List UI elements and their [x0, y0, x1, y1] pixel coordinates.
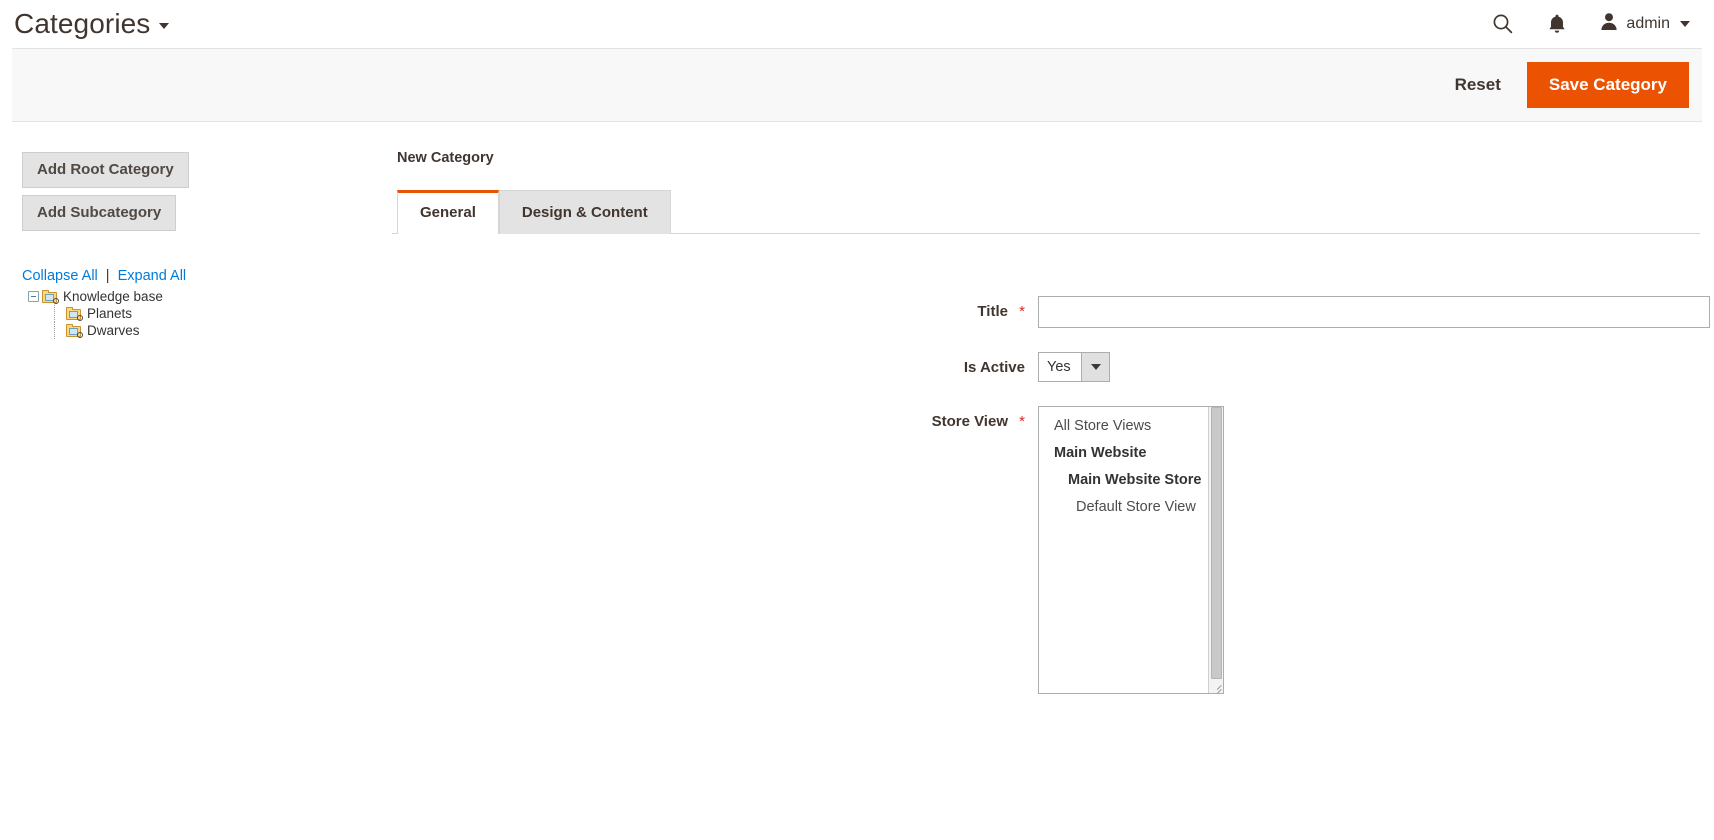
tree-node-planets[interactable]: Planets — [22, 305, 392, 322]
collapse-expander-icon[interactable] — [28, 291, 39, 302]
collapse-all-link[interactable]: Collapse All — [22, 268, 98, 284]
tab-general[interactable]: General — [397, 190, 499, 234]
tree-node-label: Dwarves — [87, 323, 140, 338]
tree-node-dwarves[interactable]: Dwarves — [22, 322, 392, 339]
is-active-selected-value: Yes — [1047, 359, 1071, 375]
is-active-label-wrap: Is Active — [392, 352, 1038, 376]
general-fieldset: Title * Is Active Yes Store View * All S… — [392, 234, 1714, 694]
category-tree-panel: Add Root Category Add Subcategory Collap… — [0, 122, 392, 718]
form-heading: New Category — [397, 150, 494, 166]
folder-icon — [66, 324, 83, 338]
page-title: Categories — [14, 8, 151, 39]
store-view-multiselect[interactable]: All Store Views Main Website Main Websit… — [1038, 406, 1224, 694]
header-actions: admin — [1492, 12, 1690, 36]
title-label-wrap: Title * — [392, 296, 1038, 320]
tree-node-label: Knowledge base — [63, 289, 163, 304]
required-marker: * — [1019, 303, 1025, 320]
field-is-active-row: Is Active Yes — [392, 352, 1714, 382]
title-label: Title — [977, 303, 1008, 320]
store-view-control: All Store Views Main Website Main Websit… — [1038, 406, 1714, 694]
bell-icon[interactable] — [1547, 13, 1567, 35]
form-tabs: General Design & Content — [392, 190, 1700, 234]
page-main: Add Root Category Add Subcategory Collap… — [0, 122, 1714, 718]
store-view-option-main-website-store[interactable]: Main Website Store — [1039, 467, 1223, 494]
store-view-label-wrap: Store View * — [392, 406, 1038, 430]
separator: | — [105, 268, 110, 284]
user-menu[interactable]: admin — [1600, 12, 1690, 36]
store-view-option-all-store-views[interactable]: All Store Views — [1039, 413, 1223, 440]
user-avatar-icon — [1600, 12, 1618, 36]
search-icon[interactable] — [1492, 13, 1514, 35]
scrollbar-thumb[interactable] — [1211, 407, 1222, 679]
tree-node-label: Planets — [87, 306, 133, 321]
save-category-button[interactable]: Save Category — [1526, 61, 1689, 109]
store-view-option-default-store-view[interactable]: Default Store View — [1039, 494, 1223, 521]
title-input[interactable] — [1038, 296, 1710, 328]
chevron-down-icon[interactable] — [1081, 353, 1109, 381]
add-subcategory-button[interactable]: Add Subcategory — [22, 195, 177, 231]
title-control — [1038, 296, 1714, 328]
tree-line-icon — [50, 322, 66, 339]
category-tree: Knowledge base Planets Dwarves — [22, 288, 392, 339]
chevron-down-icon[interactable] — [159, 23, 170, 29]
reset-button[interactable]: Reset — [1429, 65, 1527, 105]
store-view-scrollbar[interactable] — [1208, 407, 1223, 693]
store-view-option-main-website[interactable]: Main Website — [1039, 440, 1223, 467]
tab-design-and-content[interactable]: Design & Content — [498, 190, 671, 234]
folder-search-icon — [42, 290, 59, 304]
is-active-control: Yes — [1038, 352, 1714, 382]
resize-handle-icon[interactable] — [1210, 680, 1222, 692]
field-store-view-row: Store View * All Store Views Main Websit… — [392, 406, 1714, 694]
is-active-label: Is Active — [963, 359, 1025, 376]
folder-icon — [66, 307, 83, 321]
tree-expand-controls: Collapse All | Expand All — [22, 268, 392, 284]
field-title-row: Title * — [392, 296, 1714, 328]
admin-header: Categories admin — [0, 0, 1714, 48]
tree-action-buttons: Add Root Category Add Subcategory — [22, 152, 392, 231]
page-actions-toolbar: Reset Save Category — [12, 48, 1702, 122]
user-name-label: admin — [1626, 15, 1670, 32]
tree-line-icon — [50, 305, 66, 322]
page-title-menu[interactable]: Categories — [14, 8, 170, 39]
required-marker: * — [1019, 413, 1025, 430]
tree-node-knowledge-base[interactable]: Knowledge base — [22, 288, 392, 305]
expand-all-link[interactable]: Expand All — [118, 268, 187, 284]
add-root-category-button[interactable]: Add Root Category — [22, 152, 189, 188]
store-view-label: Store View — [931, 413, 1008, 430]
is-active-select[interactable]: Yes — [1038, 352, 1110, 382]
chevron-down-icon[interactable] — [1680, 21, 1690, 27]
category-form-panel: New Category General Design & Content Ti… — [392, 122, 1714, 718]
